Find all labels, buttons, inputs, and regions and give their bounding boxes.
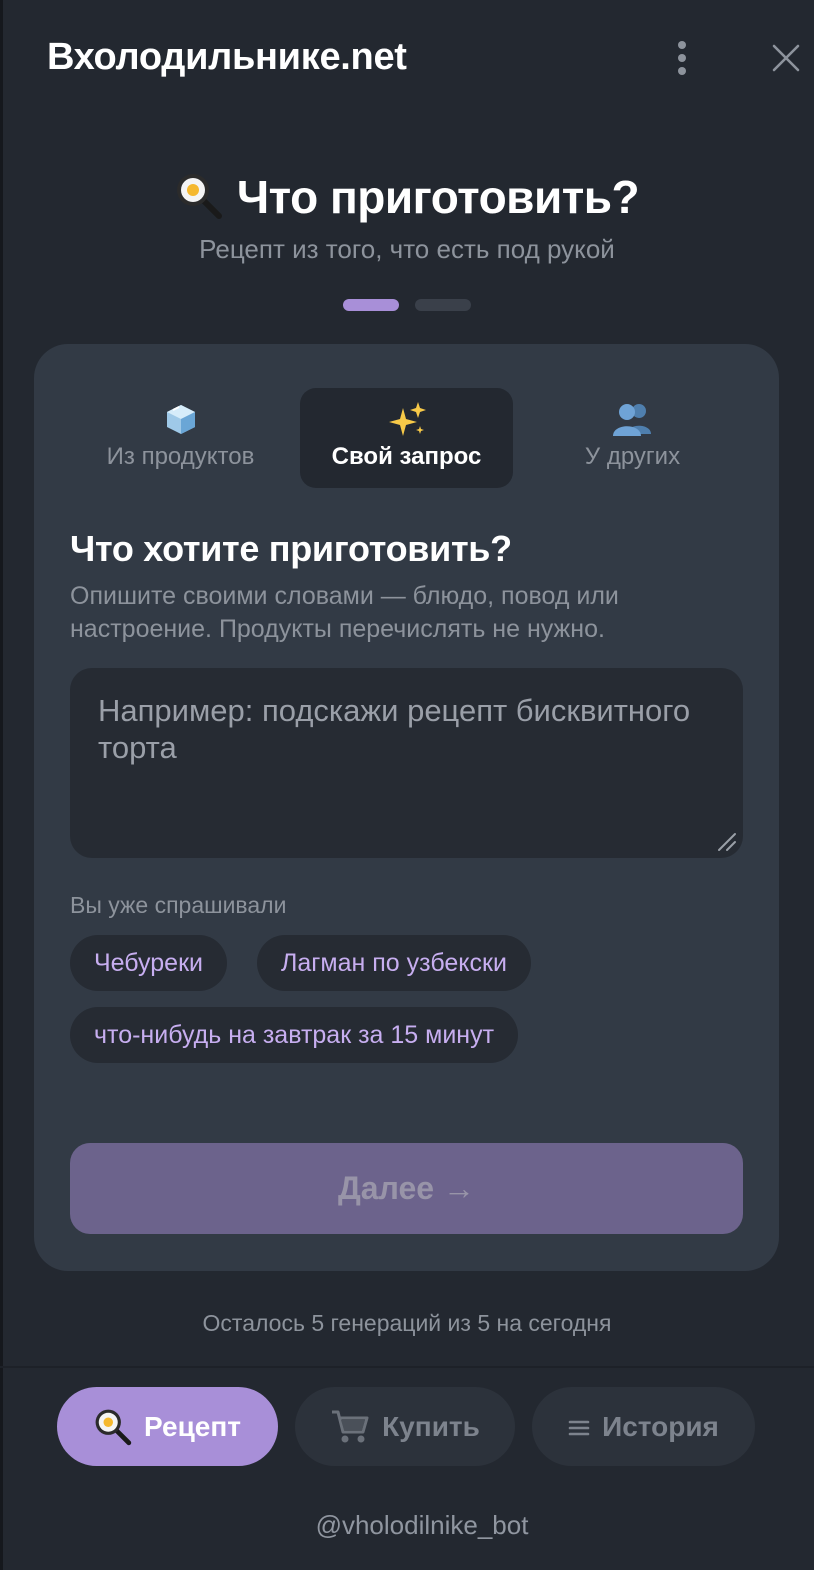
app-title: Вхолодильнике.net <box>47 36 407 78</box>
list-icon <box>568 1420 590 1435</box>
question-description: Опишите своими словами — блюдо, повод ил… <box>70 582 619 643</box>
nav-history-button[interactable]: История <box>532 1387 755 1466</box>
ice-cube-icon <box>166 405 195 434</box>
more-vertical-icon <box>678 41 686 49</box>
shopping-cart-icon <box>332 1410 369 1442</box>
tab-from-others[interactable]: У других <box>526 388 739 488</box>
generations-remaining: Осталось 5 генераций из 5 на сегодня <box>202 1310 612 1336</box>
page-title: Что приготовить? <box>0 170 814 224</box>
close-icon[interactable] <box>770 42 802 74</box>
history-chip[interactable]: Чебуреки <box>70 935 227 991</box>
request-input[interactable] <box>70 668 743 858</box>
header: Вхолодильнике.net <box>0 0 814 120</box>
history-chip[interactable]: Лагман по узбекски <box>257 935 531 991</box>
nav-history-label: История <box>602 1410 719 1442</box>
bot-handle[interactable]: @vholodilnike_bot <box>0 1510 814 1541</box>
page-subtitle: Рецепт из того, что есть под рукой <box>199 234 615 264</box>
question-title: Что хотите приготовить? <box>70 528 512 569</box>
recipe-request-card: Из продуктов Свой запрос У других Что хо… <box>34 344 779 1271</box>
next-button[interactable]: Далее → <box>70 1143 743 1234</box>
tab-from-products[interactable]: Из продуктов <box>74 388 287 488</box>
nav-buy-button[interactable]: Купить <box>295 1387 515 1466</box>
people-icon <box>612 404 651 436</box>
resize-handle-icon[interactable] <box>715 830 737 852</box>
mode-tabs: Из продуктов Свой запрос У других <box>74 388 739 488</box>
sparkles-icon <box>388 402 426 436</box>
history-label: Вы уже спрашивали <box>70 892 287 918</box>
tab-custom-request[interactable]: Свой запрос <box>300 388 513 488</box>
nav-recipe-label: Рецепт <box>144 1410 241 1442</box>
page-indicator <box>343 299 471 311</box>
bottom-divider <box>0 1366 814 1368</box>
page-dot-2[interactable] <box>415 299 471 311</box>
nav-recipe-button[interactable]: Рецепт <box>57 1387 278 1466</box>
history-chip[interactable]: что-нибудь на завтрак за 15 минут <box>70 1007 519 1063</box>
more-menu-button[interactable] <box>668 38 696 78</box>
nav-buy-label: Купить <box>382 1410 480 1442</box>
frying-pan-icon <box>176 173 222 219</box>
frying-pan-icon <box>95 1409 132 1445</box>
page-dot-1[interactable] <box>343 299 399 311</box>
